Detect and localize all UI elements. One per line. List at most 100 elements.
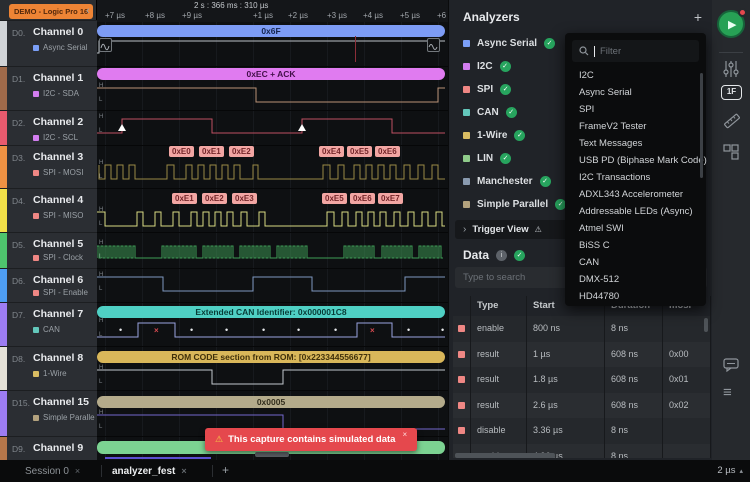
check-icon[interactable]: ✓ xyxy=(514,130,525,141)
frame-chip[interactable]: 0xE3 xyxy=(232,193,257,204)
wave-row-d0[interactable]: 0x6F xyxy=(97,22,448,66)
dropdown-item[interactable]: Text Messages xyxy=(579,138,642,149)
dropdown-item[interactable]: Atmel SWI xyxy=(579,223,624,234)
device-settings-icon[interactable] xyxy=(723,60,739,78)
channel-row-d5[interactable]: D5. Channel 5 SPI - Clock xyxy=(0,232,97,268)
wave-row-d8[interactable]: ROM CODE section from ROM: [0x2233445566… xyxy=(97,346,448,390)
check-icon[interactable]: ✓ xyxy=(514,250,525,261)
measure-ruler-icon[interactable] xyxy=(723,112,741,130)
dropdown-item[interactable]: BiSS C xyxy=(579,240,610,251)
channel-row-d8[interactable]: D8. Channel 8 1-Wire xyxy=(0,346,97,390)
channel-row-d0[interactable]: D0. Channel 0 Async Serial xyxy=(0,20,97,66)
row-color-icon xyxy=(458,325,465,332)
dropdown-item[interactable]: CAN xyxy=(579,257,599,268)
check-icon[interactable]: ✓ xyxy=(506,107,517,118)
wave-row-d6[interactable]: H L xyxy=(97,268,448,302)
wave-row-d2[interactable]: H L xyxy=(97,110,448,145)
check-icon[interactable]: ✓ xyxy=(500,153,511,164)
channel-row-d6[interactable]: D6. Channel 6 SPI - Enable xyxy=(0,268,97,302)
frame-chip[interactable]: 0xE0 xyxy=(169,146,194,157)
tab-session-0[interactable]: Session 0 × xyxy=(25,460,80,482)
dropdown-item[interactable]: ADXL343 Accelerometer xyxy=(579,189,683,200)
comments-icon[interactable] xyxy=(723,358,739,372)
collapse-sidebar-icon[interactable]: ‹ xyxy=(86,5,90,17)
close-tab-icon[interactable]: × xyxy=(75,466,80,476)
frame-chip[interactable]: 0xE1 xyxy=(172,193,197,204)
channel-row-d3[interactable]: D3. Channel 3 SPI - MOSI xyxy=(0,145,97,188)
analyzer-item-simple-parallel[interactable]: Simple Parallel ✓ xyxy=(463,199,566,210)
table-row[interactable]: enable800 ns 8 ns xyxy=(453,316,711,342)
analyzer-item-async-serial[interactable]: Async Serial ✓ xyxy=(463,38,555,49)
analyzer-result-bubble[interactable]: 0xEC + ACK xyxy=(97,68,445,80)
dropdown-item[interactable]: SPI xyxy=(579,104,594,115)
table-row[interactable]: result2.6 µs 608 ns0x02 0x03 xyxy=(453,393,711,419)
dropdown-scrollbar[interactable] xyxy=(700,73,703,178)
dropdown-item[interactable]: FrameV2 Tester xyxy=(579,121,646,132)
tab-analyzer-fest[interactable]: analyzer_fest × xyxy=(112,460,187,482)
analyzer-result-bubble[interactable]: ROM CODE section from ROM: [0x2233445566… xyxy=(97,351,445,363)
frame-chip[interactable]: 0xE5 xyxy=(347,146,372,157)
check-icon[interactable]: ✓ xyxy=(540,176,551,187)
add-analyzer-icon[interactable]: + xyxy=(694,9,702,25)
frame-chip[interactable]: 0xE6 xyxy=(350,193,375,204)
frame-chip[interactable]: 0xE1 xyxy=(199,146,224,157)
channel-row-d15[interactable]: D15. Channel 15 Simple Parallel - Clo... xyxy=(0,390,97,436)
panel-title: Analyzers xyxy=(463,10,520,24)
dropdown-item[interactable]: I2C Transactions xyxy=(579,172,650,183)
waveform-area[interactable]: 0x6F 0xEC + ACK H L H L xyxy=(97,22,448,460)
layout-icon[interactable] xyxy=(723,144,739,160)
frame-chip[interactable]: 0xE2 xyxy=(229,146,254,157)
frame-chip[interactable]: 0xE2 xyxy=(202,193,227,204)
info-icon[interactable]: i xyxy=(496,250,507,261)
dropdown-item[interactable]: HD44780 xyxy=(579,291,619,302)
table-vertical-scrollbar[interactable] xyxy=(704,318,708,332)
trigger-view-row[interactable]: › Trigger View ⚠ xyxy=(455,220,581,239)
table-row[interactable]: disable3.36 µs 8 ns xyxy=(453,418,711,444)
channel-row-d2[interactable]: D2. Channel 2 I2C - SCL xyxy=(0,110,97,145)
frame-chip[interactable]: 0xE4 xyxy=(319,146,344,157)
analyzer-item-1-wire[interactable]: 1-Wire ✓ xyxy=(463,130,525,141)
check-icon[interactable]: ✓ xyxy=(500,84,511,95)
analyzer-item-lin[interactable]: LIN ✓ xyxy=(463,153,511,164)
waveform-scrollbar[interactable] xyxy=(255,452,289,457)
analyzer-item-can[interactable]: CAN ✓ xyxy=(463,107,517,118)
table-row[interactable]: result1 µs 608 ns0x00 0x01 xyxy=(453,342,711,368)
analyzer-result-bubble[interactable]: 0x0005 xyxy=(97,396,445,408)
timescale-control[interactable]: 2 µs ▴ xyxy=(717,465,743,476)
demo-device-badge[interactable]: DEMO - Logic Pro 16 xyxy=(9,4,93,19)
filter-field[interactable] xyxy=(572,40,699,62)
menu-icon[interactable]: ≡ xyxy=(723,384,732,401)
dropdown-item[interactable]: Addressable LEDs (Async) xyxy=(579,206,693,217)
frame-chip[interactable]: 0xE5 xyxy=(322,193,347,204)
toast-close-icon[interactable]: × xyxy=(402,430,407,439)
analyzer-item-spi[interactable]: SPI ✓ xyxy=(463,84,511,95)
check-icon[interactable]: ✓ xyxy=(544,38,555,49)
filter-input[interactable] xyxy=(600,46,680,57)
wave-row-d5[interactable]: H L xyxy=(97,232,448,268)
dropdown-item[interactable]: Async Serial xyxy=(579,87,632,98)
close-tab-icon[interactable]: × xyxy=(181,466,186,476)
wave-row-d4[interactable]: 0xE1 0xE2 0xE3 0xE5 0xE6 0xE7 H L xyxy=(97,188,448,232)
wave-row-d7[interactable]: Extended CAN Identifier: 0x000001C8 H L … xyxy=(97,302,448,346)
table-horizontal-scrollbar[interactable] xyxy=(455,453,555,458)
table-row[interactable]: result1.8 µs 608 ns0x01 0x02 xyxy=(453,367,711,393)
dropdown-item[interactable]: I2C xyxy=(579,70,594,81)
analyzer-item-i2c[interactable]: I2C ✓ xyxy=(463,61,511,72)
frames-view-button[interactable]: 1F xyxy=(721,85,742,100)
dropdown-item[interactable]: USB PD (Biphase Mark Code) xyxy=(579,155,707,166)
channel-row-d9[interactable]: D9. Channel 9 xyxy=(0,436,97,460)
analyzer-color-icon xyxy=(463,178,470,185)
wave-row-d1[interactable]: 0xEC + ACK H L xyxy=(97,66,448,110)
channel-row-d4[interactable]: D4. Channel 4 SPI - MISO xyxy=(0,188,97,232)
channel-row-d1[interactable]: D1. Channel 1 I2C - SDA xyxy=(0,66,97,110)
dropdown-item[interactable]: DMX-512 xyxy=(579,274,619,285)
add-tab-icon[interactable]: + xyxy=(222,463,229,477)
marker-line xyxy=(355,36,356,62)
wave-row-d3[interactable]: 0xE0 0xE1 0xE2 0xE4 0xE5 0xE6 H L xyxy=(97,145,448,188)
check-icon[interactable]: ✓ xyxy=(500,61,511,72)
frame-chip[interactable]: 0xE7 xyxy=(378,193,403,204)
frame-chip[interactable]: 0xE6 xyxy=(375,146,400,157)
channel-row-d7[interactable]: D7. Channel 7 CAN xyxy=(0,302,97,346)
timeline-ruler[interactable]: 2 s : 366 ms : 310 µs +7 µs +8 µs +9 µs … xyxy=(97,0,448,22)
analyzer-item-manchester[interactable]: Manchester ✓ xyxy=(463,176,551,187)
